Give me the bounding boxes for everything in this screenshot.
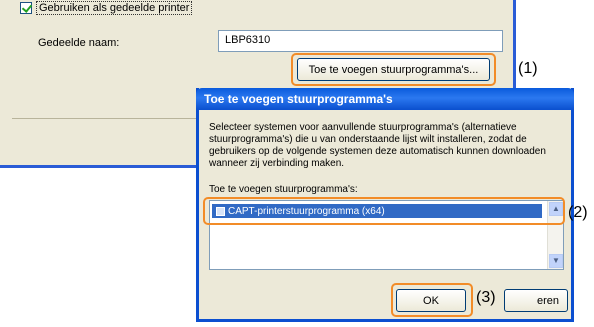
share-printer-checkbox[interactable] <box>20 2 32 14</box>
share-printer-label[interactable]: Gebruiken als gedeelde printer <box>36 1 193 15</box>
drivers-list-label: Toe te voegen stuurprogramma's: <box>209 184 358 195</box>
step-3-label: (3) <box>474 289 498 307</box>
step-3-highlight <box>391 283 473 317</box>
cancel-button[interactable]: eren <box>504 289 568 312</box>
dialog-description: Selecteer systemen voor aanvullende stuu… <box>209 122 546 169</box>
step-2-label: (2) <box>568 204 588 221</box>
chevron-down-icon[interactable]: ▼ <box>549 254 563 268</box>
share-name-label: Gedeelde naam: <box>38 37 120 49</box>
step-1-highlight <box>291 53 496 86</box>
share-name-field[interactable]: LBP6310 <box>218 30 503 52</box>
share-printer-row[interactable]: Gebruiken als gedeelde printer <box>20 0 193 16</box>
step-2-highlight <box>203 197 565 225</box>
dialog-title: Toe te voegen stuurprogramma's <box>196 88 574 110</box>
step-1-label: (1) <box>518 60 538 77</box>
